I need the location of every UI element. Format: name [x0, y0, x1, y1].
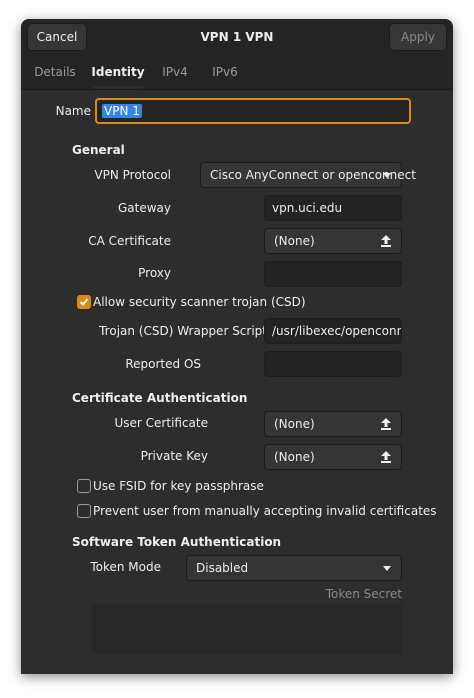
proxy-label: Proxy — [138, 266, 171, 280]
apply-button[interactable]: Apply — [389, 23, 447, 51]
ca-certificate-label: CA Certificate — [88, 234, 171, 248]
checkmark-icon — [79, 298, 89, 306]
token-auth-heading: Software Token Authentication — [72, 535, 282, 549]
ca-certificate-value: (None) — [274, 234, 315, 248]
prevent-invalid-certs-label[interactable]: Prevent user from manually accepting inv… — [93, 504, 437, 518]
csd-label[interactable]: Allow security scanner trojan (CSD) — [93, 295, 306, 309]
token-secret-label: Token Secret — [325, 587, 402, 601]
name-field[interactable]: VPN 1 — [95, 98, 411, 124]
token-mode-label: Token Mode — [90, 560, 161, 574]
reported-os-label: Reported OS — [125, 357, 201, 371]
trojan-wrapper-field[interactable]: /usr/libexec/openconnect — [264, 318, 402, 344]
upload-icon — [381, 451, 391, 463]
token-mode-dropdown[interactable]: Disabled — [186, 555, 402, 581]
tab-ipv4[interactable]: IPv4 — [155, 55, 195, 89]
certificate-auth-heading: Certificate Authentication — [72, 391, 248, 405]
upload-icon — [381, 418, 391, 430]
name-label: Name — [55, 104, 91, 118]
fsid-label[interactable]: Use FSID for key passphrase — [93, 479, 264, 493]
tab-ipv6[interactable]: IPv6 — [205, 55, 245, 89]
csd-checkbox[interactable] — [77, 295, 91, 309]
user-certificate-chooser[interactable]: (None) — [264, 411, 402, 437]
general-heading: General — [72, 143, 125, 157]
chevron-down-icon — [383, 173, 391, 178]
gateway-field[interactable]: vpn.uci.edu — [264, 195, 402, 221]
chevron-down-icon — [383, 566, 391, 571]
tab-details[interactable]: Details — [27, 55, 83, 89]
upload-icon — [381, 235, 391, 247]
ca-certificate-chooser[interactable]: (None) — [264, 228, 402, 254]
private-key-label: Private Key — [140, 449, 208, 463]
tab-identity[interactable]: Identity — [87, 55, 149, 89]
private-key-chooser[interactable]: (None) — [264, 444, 402, 470]
token-mode-value: Disabled — [196, 561, 249, 575]
vpn-protocol-dropdown[interactable]: Cisco AnyConnect or openconnect — [200, 162, 416, 188]
private-key-value: (None) — [274, 450, 315, 464]
name-field-value: VPN 1 — [102, 104, 142, 118]
tab-bar: Details Identity IPv4 IPv6 — [21, 55, 453, 90]
header-bar: Cancel VPN 1 VPN Apply — [21, 19, 453, 55]
user-certificate-label: User Certificate — [114, 416, 209, 430]
token-secret-field[interactable] — [92, 604, 402, 654]
fsid-checkbox[interactable] — [77, 479, 91, 493]
reported-os-field[interactable] — [264, 351, 402, 377]
user-certificate-value: (None) — [274, 417, 315, 431]
prevent-invalid-certs-checkbox[interactable] — [77, 504, 91, 518]
vpn-dialog: Cancel VPN 1 VPN Apply Details Identity … — [21, 19, 453, 674]
proxy-field[interactable] — [264, 261, 402, 287]
trojan-wrapper-label: Trojan (CSD) Wrapper Script — [99, 324, 267, 338]
gateway-label: Gateway — [117, 201, 171, 215]
vpn-protocol-label: VPN Protocol — [94, 168, 171, 182]
